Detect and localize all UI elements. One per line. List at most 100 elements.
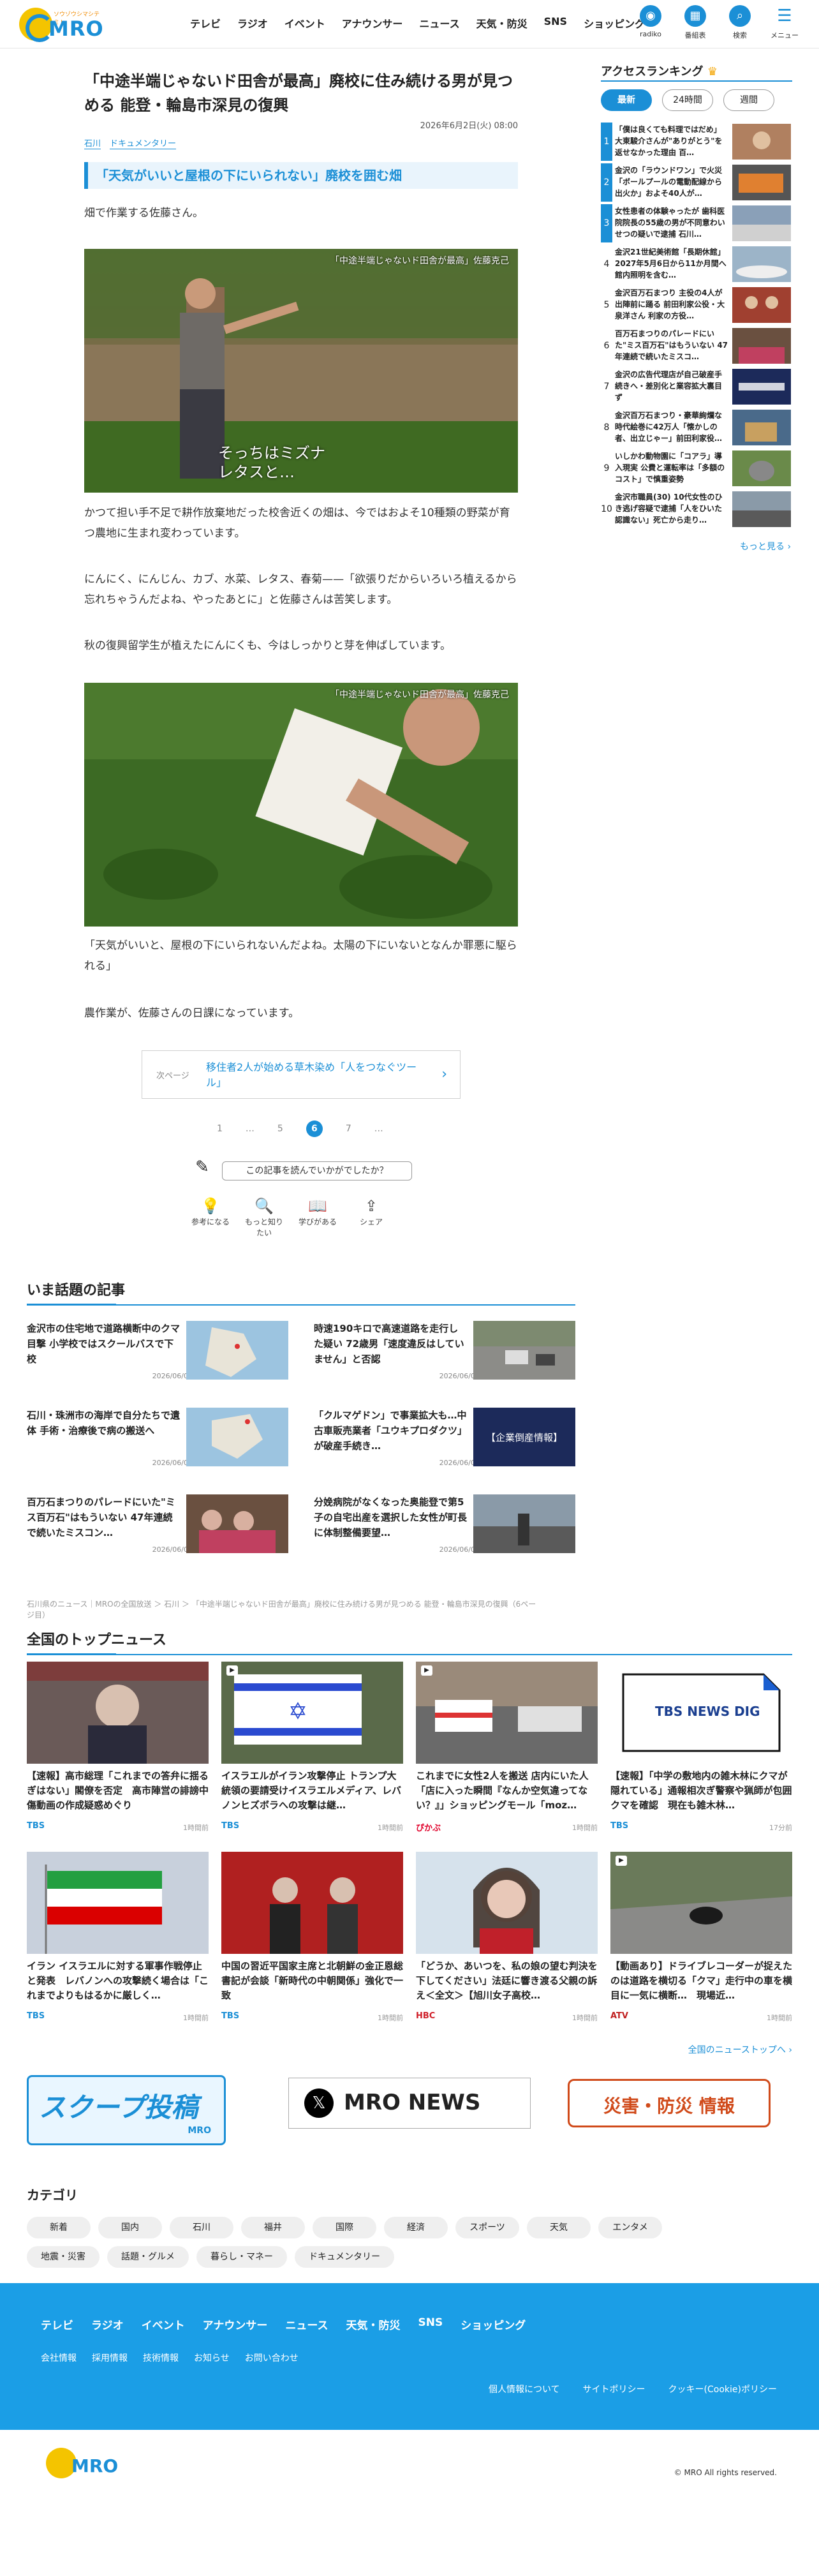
news-card[interactable]: 中国の習近平国家主席と北朝鮮の金正恩総書記が会談「新時代の中朝関係」強化で一致 … <box>221 1852 403 2030</box>
reaction-helpful[interactable]: 💡 参考になる <box>191 1196 230 1238</box>
category-chip[interactable]: 国際 <box>313 2217 376 2238</box>
footer-link[interactable]: サイトポリシー <box>583 2383 646 2395</box>
nav-weather[interactable]: 天気・防災 <box>476 15 528 31</box>
footer-link[interactable]: 天気・防災 <box>346 2316 401 2332</box>
category-chip[interactable]: 話題・グルメ <box>107 2246 189 2268</box>
tab-latest[interactable]: 最新 <box>601 89 652 111</box>
ranking-heading: アクセスランキング ♛ <box>601 65 718 78</box>
footer-link[interactable]: 技術情報 <box>143 2351 179 2364</box>
nav-news[interactable]: ニュース <box>419 15 459 31</box>
reaction-share[interactable]: ⇪ シェア <box>352 1196 390 1238</box>
footer-link[interactable]: アナウンサー <box>203 2316 268 2332</box>
tag-documentary[interactable]: ドキュメンタリー <box>110 137 177 149</box>
category-list: 新着 国内 石川 福井 国際 経済 スポーツ 天気 エンタメ 地震・災害 話題・… <box>27 2217 722 2268</box>
ranking-item[interactable]: 3 女性患者の体験ゃったが 歯科医院院長の55歳の男が不同意わいせつの疑いで逮捕 … <box>601 204 792 242</box>
topic-item[interactable]: 百万石まつりのパレードにいた"ミス百万石"はもういない 47年連続で続いたミスコ… <box>27 1494 295 1558</box>
footer-link[interactable]: 会社情報 <box>41 2351 77 2364</box>
footer-link[interactable]: 採用情報 <box>92 2351 128 2364</box>
news-card[interactable]: 「どうか、あいつを、私の娘の望む判決を下してください」法廷に響き渡る父親の訴え＜… <box>416 1852 598 2030</box>
page-1[interactable]: 1 <box>217 1124 223 1134</box>
menu-button[interactable]: ☰ メニュー <box>765 5 804 45</box>
next-page-link[interactable]: 次ページ 移住者2人が始める草木染め「人をつなぐツール」 › <box>142 1050 461 1099</box>
national-more-link[interactable]: 全国のニューストップへ › <box>688 2043 792 2056</box>
reaction-more[interactable]: 🔍 もっと知りたい <box>245 1196 283 1238</box>
ranking-more-link[interactable]: もっと見る › <box>740 540 791 553</box>
chevron-right-icon: › <box>441 1066 447 1082</box>
category-chip[interactable]: 天気 <box>527 2217 591 2238</box>
tv-guide-icon: ▦ <box>684 5 706 27</box>
ranking-item[interactable]: 5 金沢百万石まつり 主役の4人が出陣前に踊る 前田利家公役・大泉洋さん 利家の方… <box>601 286 792 324</box>
ranking-item[interactable]: 2 金沢の「ラウンドワン」で火災「ボールプールの電動配線から出火か」およそ40人が… <box>601 163 792 202</box>
category-chip[interactable]: 石川 <box>170 2217 233 2238</box>
x-mro-news-banner[interactable]: 𝕏 MRO NEWS <box>288 2078 531 2129</box>
video-icon: ▶ <box>421 1665 432 1676</box>
topic-item[interactable]: 石川・珠洲市の海岸で自分たちで遺体 手術・治療後で病の搬送へ 2026/06/0… <box>27 1408 295 1471</box>
tab-weekly[interactable]: 週間 <box>723 89 774 111</box>
copyright: © MRO All rights reserved. <box>674 2468 777 2477</box>
radiko-button[interactable]: ◉ radiko <box>631 5 670 45</box>
mro-logo[interactable]: ソウゾウシマシテミト MRO <box>19 8 103 42</box>
topics-heading: いま話題の記事 <box>27 1279 575 1306</box>
news-card[interactable]: TBS NEWS DIG 【速報】「中学の敷地内の雑木林にクマが隠れている」通報… <box>610 1662 802 1840</box>
footer-logo[interactable]: MRO <box>46 2448 129 2481</box>
tv-guide-button[interactable]: ▦ 番組表 <box>676 5 714 45</box>
article-date: 2026年6月2日(火) 08:00 <box>420 121 518 131</box>
tab-24h[interactable]: 24時間 <box>662 89 713 111</box>
news-card[interactable]: ▶ これまでに女性2人を搬送 店内にいた人「店に入った瞬間『なんか空気違ってない… <box>416 1662 598 1840</box>
disaster-info-banner[interactable]: 災害・防災 情報 <box>568 2079 771 2127</box>
footer-link[interactable]: お知らせ <box>194 2351 230 2364</box>
page-ellipsis: … <box>374 1124 383 1134</box>
footer-link[interactable]: 個人情報について <box>489 2383 560 2395</box>
nav-tv[interactable]: テレビ <box>190 15 221 31</box>
category-chip[interactable]: 新着 <box>27 2217 91 2238</box>
news-card[interactable]: 【速報】高市総理「これまでの答弁に揺るぎはない」閣僚を否定 高市陣営の誹謗中傷動… <box>27 1662 209 1840</box>
news-card[interactable]: イラン イスラエルに対する軍事作戦停止と発表 レバノンへの攻撃続く場合は「これま… <box>27 1852 209 2030</box>
ranking-item[interactable]: 7 金沢の広告代理店が自己破産手続きへ・差別化と業容拡大裏目ず <box>601 368 792 406</box>
tag-ishikawa[interactable]: 石川 <box>84 137 101 149</box>
ranking-tabs: 最新 24時間 週間 <box>601 89 774 111</box>
footer-link[interactable]: ニュース <box>285 2316 328 2332</box>
topic-thumbnail: 【企業倒産情報】 <box>473 1408 575 1466</box>
footer-link[interactable]: ラジオ <box>91 2316 124 2332</box>
ranking-item[interactable]: 10 金沢市職員(30) 10代女性のひき逃げ容疑で逮捕「人をひいた認識ない」死亡… <box>601 490 792 528</box>
scoop-banner[interactable]: スクープ投稿 MRO <box>27 2075 226 2145</box>
category-chip[interactable]: スポーツ <box>455 2217 519 2238</box>
footer-link[interactable]: イベント <box>142 2316 185 2332</box>
news-card[interactable]: ▶ 【動画あり】ドライブレコーダーが捉えたのは道路を横切る「クマ」走行中の車を横… <box>610 1852 792 2030</box>
news-card[interactable]: ✡ ▶ イスラエルがイラン攻撃停止 トランプ大統領の要請受けイスラエルメディア、… <box>221 1662 403 1840</box>
footer-link[interactable]: クッキー(Cookie)ポリシー <box>668 2383 777 2395</box>
category-chip[interactable]: エンタメ <box>598 2217 662 2238</box>
ranking-thumbnail <box>732 165 791 200</box>
search-button[interactable]: ⌕ 検索 <box>721 5 759 45</box>
footer-link[interactable]: SNS <box>418 2316 443 2332</box>
category-chip[interactable]: 経済 <box>384 2217 448 2238</box>
category-chip[interactable]: 地震・災害 <box>27 2246 100 2268</box>
category-chip[interactable]: 国内 <box>98 2217 162 2238</box>
footer-link[interactable]: ショッピング <box>461 2316 526 2332</box>
x-logo-icon: 𝕏 <box>304 2088 334 2118</box>
topic-item[interactable]: 時速190キロで高速道路を走行した疑い 72歳男「速度違反はしていません」と否認… <box>314 1321 582 1385</box>
ranking-item[interactable]: 6 百万石まつりのパレードにいた"ミス百万石"はもういない 47年連続で続いたミス… <box>601 327 792 365</box>
ranking-item[interactable]: 1 「僕は良くても料理ではだめ」大東駿介さんが"ありがとう"を返せなかった理由 百… <box>601 123 792 161</box>
search-icon: ⌕ <box>729 5 751 27</box>
category-chip[interactable]: 福井 <box>241 2217 305 2238</box>
footer-link[interactable]: お問い合わせ <box>245 2351 299 2364</box>
ranking-item[interactable]: 4 金沢21世紀美術館「長期休館」2027年5月6日から11か月間へ 館内照明を含… <box>601 245 792 283</box>
category-chip[interactable]: ドキュメンタリー <box>295 2246 394 2268</box>
ranking-item[interactable]: 8 金沢百万石まつり・豪華絢爛な時代絵巻に42万人「懐かしの者、出立じゃー」前田利… <box>601 408 792 447</box>
footer-link[interactable]: テレビ <box>41 2316 73 2332</box>
article-tags: 石川 ドキュメンタリー <box>84 137 177 149</box>
category-chip[interactable]: 暮らし・マネー <box>196 2246 287 2268</box>
nav-announcer[interactable]: アナウンサー <box>342 15 403 31</box>
page-5[interactable]: 5 <box>277 1124 283 1134</box>
nav-sns[interactable]: SNS <box>544 15 567 31</box>
topic-item[interactable]: 分娩病院がなくなった奥能登で第5子の自宅出産を選択した女性が町長に体制整備要望…… <box>314 1494 582 1558</box>
breadcrumb[interactable]: 石川県のニュース｜MROの全国放送 ＞ 石川 ＞ 「中途半端じゃないド田舎が最高… <box>27 1598 537 1620</box>
topic-item[interactable]: 金沢市の住宅地で道路横断中のクマ目撃 小学校ではスクールバスで下校 2026/0… <box>27 1321 295 1385</box>
nav-event[interactable]: イベント <box>284 15 325 31</box>
topic-item[interactable]: 「クルマゲドン」で事業拡大も…中古車販売業者「ユウキプロダクツ」が破産手続き… … <box>314 1408 582 1471</box>
reaction-learn[interactable]: 📖 学びがある <box>299 1196 337 1238</box>
nav-radio[interactable]: ラジオ <box>237 15 268 31</box>
page-7[interactable]: 7 <box>346 1124 351 1134</box>
ranking-item[interactable]: 9 いしかわ動物園に「コアラ」導入現実 公費と運転率は「多額のコスト」で慎重姿勢 <box>601 449 792 488</box>
